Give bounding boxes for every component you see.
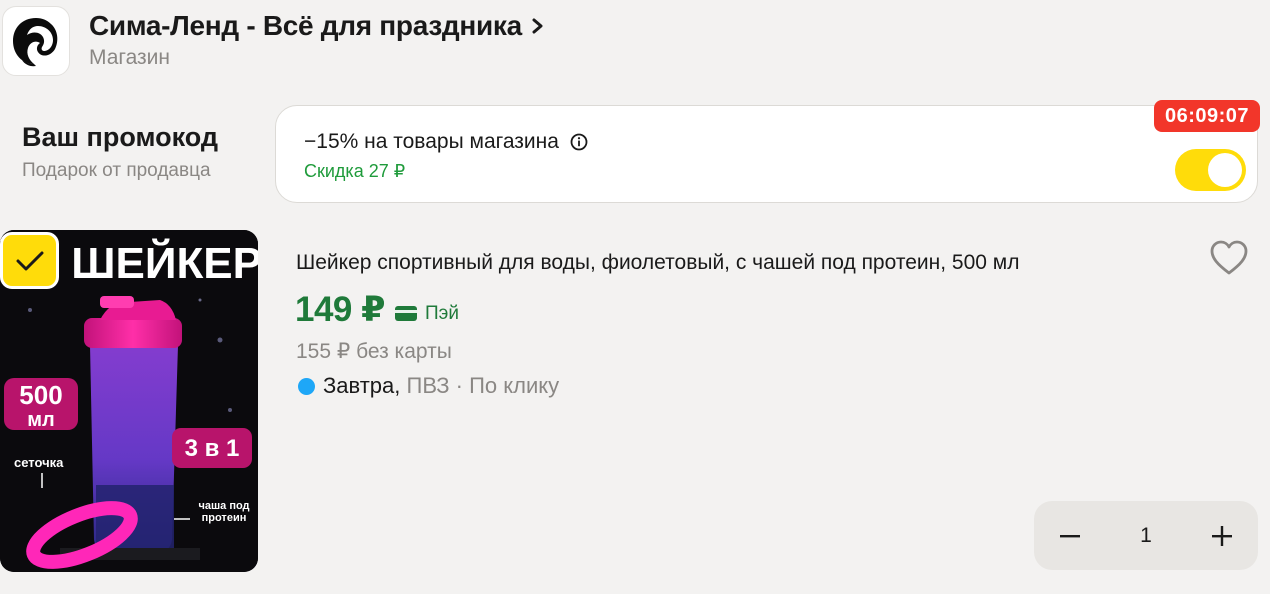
product-select-checkbox[interactable] <box>0 232 59 289</box>
image-volume-number: 500 <box>19 380 62 410</box>
price-row: 149 ₽ Пэй <box>295 290 459 330</box>
decrease-button[interactable] <box>1056 522 1084 550</box>
chevron-right-icon <box>532 18 543 34</box>
heart-icon[interactable] <box>1209 239 1249 277</box>
image-heading: ШЕЙКЕР <box>71 237 258 288</box>
promo-offer: −15% на товары магазина <box>304 130 559 153</box>
store-header: Сима-Ленд - Всё для праздника Магазин <box>0 0 1270 90</box>
pay-label: Пэй <box>424 302 459 324</box>
promo-subtitle: Подарок от продавца <box>22 160 211 181</box>
pay-badge: Пэй <box>394 302 459 325</box>
store-type: Магазин <box>89 46 171 69</box>
promo-card[interactable]: −15% на товары магазина Скидка 27 ₽ <box>275 105 1258 203</box>
toggle-knob <box>1208 153 1242 187</box>
product-title[interactable]: Шейкер спортивный для воды, фиолетовый, … <box>296 251 1019 275</box>
delivery-info: Завтра, ПВЗ · По клику <box>298 373 559 399</box>
old-price: 155 ₽ без карты <box>296 340 452 363</box>
promo-offer-row: −15% на товары магазина <box>304 130 589 154</box>
checkmark-icon <box>16 251 43 270</box>
delivery-day: Завтра, <box>323 373 401 398</box>
image-mesh-label: сеточка <box>14 455 64 470</box>
store-logo[interactable] <box>2 6 70 76</box>
image-cup-label: чаша под протеин <box>198 500 250 524</box>
image-three-in-one: 3 в 1 <box>185 435 240 462</box>
info-icon[interactable] <box>569 132 589 152</box>
increase-button[interactable] <box>1208 522 1236 550</box>
image-volume-unit: мл <box>27 409 55 431</box>
delivery-dot-icon <box>298 377 315 395</box>
card-icon <box>394 306 417 321</box>
product-price: 149 ₽ <box>295 290 385 329</box>
dolphin-logo-icon <box>13 18 58 67</box>
plus-icon <box>1212 525 1232 546</box>
quantity-value: 1 <box>1140 523 1152 547</box>
promo-toggle[interactable] <box>1175 149 1246 191</box>
delivery-method: ПВЗ · По клику <box>406 373 560 398</box>
store-name: Сима-Ленд - Всё для праздника <box>89 10 522 41</box>
quantity-stepper: 1 <box>1034 501 1258 570</box>
minus-icon <box>1060 534 1080 537</box>
promo-timer: 06:09:07 <box>1154 100 1260 132</box>
promo-discount: Скидка 27 ₽ <box>304 161 406 181</box>
promo-title: Ваш промокод <box>22 122 219 152</box>
store-name-link[interactable]: Сима-Ленд - Всё для праздника <box>89 10 548 42</box>
